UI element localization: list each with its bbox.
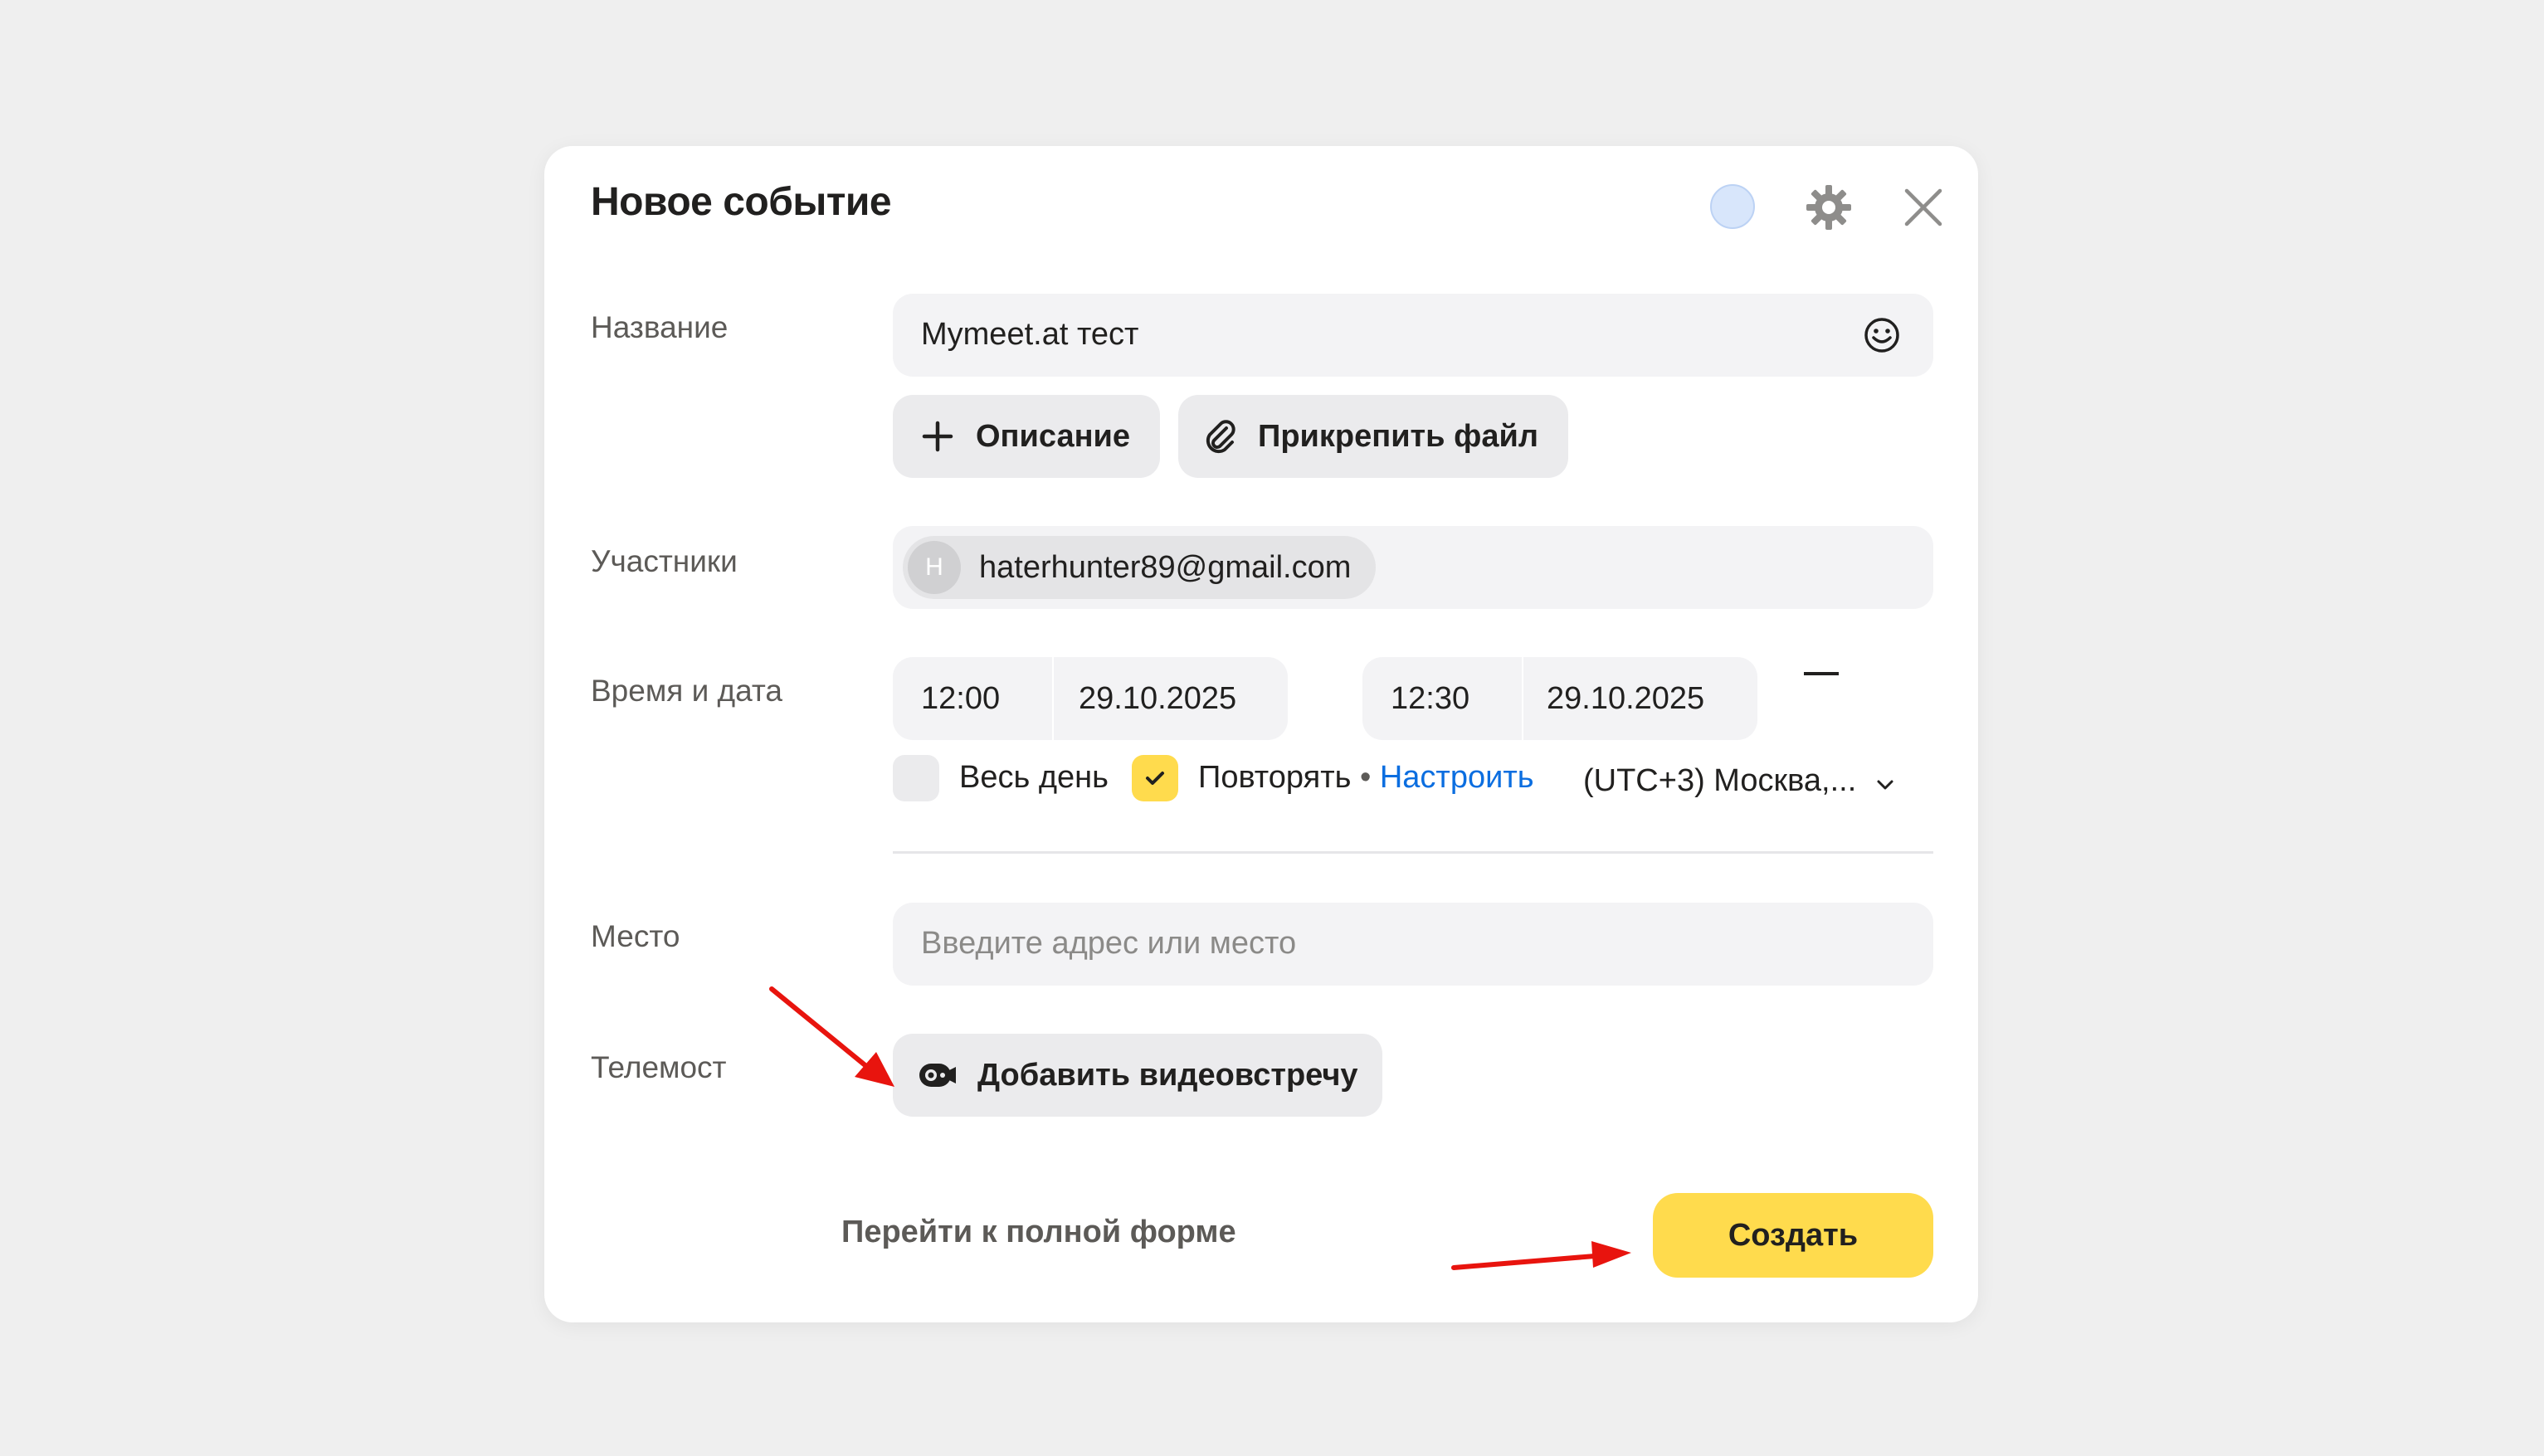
place-placeholder: Введите адрес или место <box>921 926 1297 961</box>
chevron-down-icon[interactable] <box>1875 775 1895 795</box>
telemost-label: Телемост <box>591 1050 727 1084</box>
end-time-input[interactable]: 12:30 <box>1391 657 1469 740</box>
full-form-link[interactable]: Перейти к полной форме <box>841 1215 1236 1250</box>
participants-input[interactable]: H haterhunter89@gmail.com <box>893 526 1933 609</box>
dialog-title: Новое событие <box>591 180 892 224</box>
participant-email: haterhunter89@gmail.com <box>979 549 1352 585</box>
telemost-camera-icon <box>919 1064 956 1087</box>
configure-repeat-link[interactable]: Настроить <box>1380 760 1534 795</box>
repeat-checkbox[interactable] <box>1132 755 1178 801</box>
participants-label: Участники <box>591 544 738 578</box>
add-video-meeting-button[interactable]: Добавить видеовстречу <box>893 1034 1382 1117</box>
repeat-option: Повторять • Настроить <box>1198 760 1534 796</box>
new-event-dialog: Новое событие Название Mymeet.at тест Оп… <box>544 146 1978 1322</box>
timezone-value: (UTC+3) Москва,... <box>1583 763 1857 798</box>
add-description-button[interactable]: Описание <box>893 395 1160 478</box>
end-datetime-group: 12:30 29.10.2025 <box>1362 657 1757 740</box>
paperclip-icon <box>1206 420 1235 454</box>
repeat-separator: • <box>1359 760 1372 795</box>
start-date-input[interactable]: 29.10.2025 <box>1079 657 1236 740</box>
close-icon[interactable] <box>1902 186 1945 229</box>
time-range-dash <box>1804 672 1839 675</box>
all-day-label: Весь день <box>959 760 1109 795</box>
datetime-label: Время и дата <box>591 674 782 708</box>
add-description-label: Описание <box>976 418 1131 454</box>
attach-file-button[interactable]: Прикрепить файл <box>1178 395 1568 478</box>
all-day-checkbox[interactable] <box>893 755 939 801</box>
timezone-select[interactable]: (UTC+3) Москва,... <box>1583 763 1856 799</box>
repeat-label: Повторять <box>1198 760 1352 795</box>
name-input[interactable]: Mymeet.at тест <box>893 294 1933 377</box>
emoji-icon[interactable] <box>1862 315 1902 355</box>
plus-icon <box>922 421 953 452</box>
participant-chip[interactable]: H haterhunter89@gmail.com <box>903 536 1377 599</box>
attach-file-label: Прикрепить файл <box>1258 418 1538 454</box>
end-date-input[interactable]: 29.10.2025 <box>1547 657 1704 740</box>
name-value: Mymeet.at тест <box>921 317 1139 352</box>
start-datetime-group: 12:00 29.10.2025 <box>893 657 1288 740</box>
gear-icon[interactable] <box>1804 183 1854 232</box>
place-label: Место <box>591 919 680 953</box>
add-video-meeting-label: Добавить видеовстречу <box>977 1057 1358 1093</box>
avatar: H <box>908 541 961 594</box>
place-input[interactable]: Введите адрес или место <box>893 903 1933 986</box>
section-divider <box>893 851 1933 854</box>
start-time-input[interactable]: 12:00 <box>921 657 1000 740</box>
color-circle-icon[interactable] <box>1710 184 1755 229</box>
check-icon <box>1146 772 1164 785</box>
create-button[interactable]: Создать <box>1653 1193 1933 1278</box>
name-label: Название <box>591 310 729 344</box>
